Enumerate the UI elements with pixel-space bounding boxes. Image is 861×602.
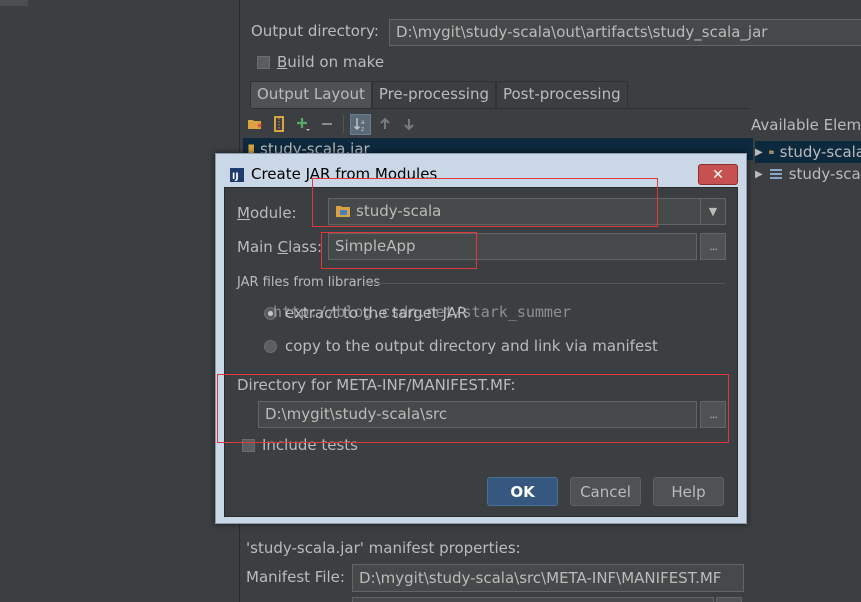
module-folder-icon (336, 206, 350, 217)
ok-button[interactable]: OK (487, 477, 558, 506)
build-on-make-label[interactable]: Build on make (277, 53, 384, 71)
section-divider (365, 283, 725, 284)
module-select-value: study-scala (335, 202, 441, 220)
copy-radio-label[interactable]: copy to the output directory and link vi… (285, 337, 658, 355)
manifest-file-label: Manifest File: (246, 568, 345, 586)
module-select-text: study-scala (356, 202, 442, 220)
main-class-label-head: Main (237, 238, 278, 256)
main-class-input[interactable]: SimpleApp (328, 233, 697, 260)
build-on-make-label-rest: uild on make (287, 53, 385, 71)
project-structure-sidebar (0, 0, 240, 602)
output-directory-label: Output directory: (251, 22, 379, 40)
module-select[interactable]: study-scala ▼ (328, 198, 726, 225)
main-class-label: Main Class: (237, 238, 323, 256)
main-class-browse-partial[interactable] (716, 597, 742, 602)
manifest-file-field[interactable]: D:\mygit\study-scala\src\META-INF\MANIFE… (352, 564, 744, 592)
svg-text:a: a (361, 119, 365, 126)
available-element-module[interactable]: ▶ study-scala (755, 141, 861, 163)
available-elements-header: Available Elements (751, 116, 861, 134)
available-element-label: study-scala (779, 143, 861, 161)
build-on-make-checkbox[interactable] (257, 56, 270, 69)
output-layout-toolbar: az (244, 113, 419, 135)
artifact-tabs: Output Layout Pre-processing Post-proces… (250, 81, 628, 108)
include-tests-label[interactable]: Include tests (262, 436, 358, 454)
main-class-browse-button[interactable]: ... (700, 233, 726, 260)
available-element-library[interactable]: ▶ study-scala (755, 165, 861, 183)
tab-divider (250, 108, 750, 109)
jar-files-section-label: JAR files from libraries (237, 275, 381, 290)
close-icon[interactable]: ✕ (698, 164, 738, 185)
manifest-directory-input[interactable]: D:\mygit\study-scala\src (258, 401, 697, 428)
archive-icon[interactable] (268, 114, 289, 135)
move-up-icon[interactable] (374, 114, 395, 135)
manifest-directory-browse-button[interactable]: ... (700, 401, 726, 428)
dialog-title: Create JAR from Modules (251, 165, 438, 183)
main-class-field-partial[interactable] (352, 597, 714, 602)
cancel-button[interactable]: Cancel (570, 477, 641, 506)
tab-post-processing[interactable]: Post-processing (495, 81, 628, 108)
toolbar-separator (343, 115, 344, 133)
module-label-rest: odule: (249, 204, 297, 222)
move-down-icon[interactable] (398, 114, 419, 135)
sort-icon[interactable]: az (350, 113, 371, 135)
library-icon (769, 169, 782, 179)
include-tests-checkbox[interactable] (242, 439, 255, 452)
help-button[interactable]: Help (653, 477, 724, 506)
main-class-label-rest: lass: (288, 238, 323, 256)
dialog-body: Module: study-scala ▼ Main Class: Simple… (224, 187, 738, 517)
intellij-icon: IJ (229, 167, 245, 183)
copy-radio[interactable] (264, 340, 277, 353)
available-element-label: study-scala (788, 165, 861, 183)
chevron-down-icon[interactable]: ▼ (700, 199, 725, 224)
add-icon[interactable] (292, 114, 313, 135)
watermark: http://blog.csdn.net/stark_summer (273, 303, 572, 321)
sidebar-selected-item-fragment[interactable] (0, 0, 28, 6)
svg-text:IJ: IJ (232, 172, 239, 182)
tab-pre-processing[interactable]: Pre-processing (371, 81, 496, 108)
expand-arrow-icon[interactable]: ▶ (755, 147, 763, 158)
manifest-properties-heading: 'study-scala.jar' manifest properties: (246, 539, 521, 557)
svg-text:z: z (361, 126, 364, 132)
expand-arrow-icon[interactable]: ▶ (755, 169, 763, 180)
tab-output-layout[interactable]: Output Layout (250, 81, 372, 108)
new-folder-icon[interactable] (244, 114, 265, 135)
create-jar-dialog: IJ Create JAR from Modules ✕ Module: stu… (215, 153, 747, 524)
manifest-directory-label: Directory for META-INF/MANIFEST.MF: (237, 376, 516, 394)
output-directory-field[interactable]: D:\mygit\study-scala\out\artifacts\study… (389, 19, 861, 46)
remove-icon[interactable] (316, 114, 337, 135)
module-folder-icon (769, 150, 774, 154)
module-label: Module: (237, 204, 297, 222)
